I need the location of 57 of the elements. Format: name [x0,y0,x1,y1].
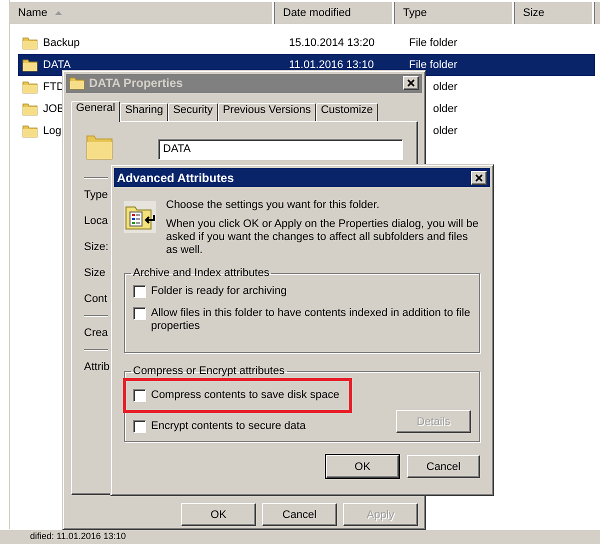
file-name[interactable]: Backup [43,37,80,49]
dialog-button[interactable]: OK [181,503,256,526]
folder-icon [22,123,38,139]
close-icon [474,172,484,182]
checkbox-label[interactable]: Encrypt contents to secure data [151,420,306,433]
tab[interactable]: Customize [316,102,378,121]
file-name[interactable]: Log [43,125,62,137]
folder-icon [22,79,38,95]
property-label: Size: [84,240,108,255]
name-field[interactable]: DATA [158,138,403,160]
type-cell: older [433,103,458,115]
folder-icon [69,75,85,92]
folder-icon [22,57,38,73]
folder-icon [22,101,38,117]
date-cell-text: 15.10.2014 13:20 [288,37,376,49]
type-cell: older [433,125,458,137]
property-label: Size [84,266,106,281]
tab[interactable]: Security [168,102,218,121]
dialog-button[interactable]: Cancel [407,455,480,478]
folder-icon [22,35,38,51]
checkbox-label[interactable]: Allow files in this folder to have contents indexed in addition to file properties [151,307,471,333]
property-label: Attrib [84,360,110,375]
window-title: DATA Properties [89,76,184,90]
checkbox-label[interactable]: Compress contents to save disk space [151,389,340,402]
intro-text: Choose the settings you want for this folder. [166,199,380,212]
checkbox[interactable] [133,389,146,402]
close-icon [406,78,416,88]
column-header[interactable]: Name [10,2,275,24]
group-title: Compress or Encrypt attributes [132,365,286,377]
type-cell-text: File folder [408,59,458,71]
column-header[interactable]: Size [515,2,595,24]
dialog-button[interactable]: OK [326,455,399,478]
column-header[interactable]: Type [395,2,515,24]
tab[interactable]: Sharing [120,102,168,121]
note-text: When you click OK or Apply on the Properties dialog, you will be asked if you want the changes to affect all subfolders and files as well. [166,218,480,257]
type-cell: older [433,81,458,93]
property-label: Cont [84,292,108,307]
property-label: Type [84,188,108,203]
window-title: Advanced Attributes [117,170,235,184]
property-label: Loca [84,214,108,229]
checkbox-label[interactable]: Folder is ready for archiving [151,285,287,298]
checkbox[interactable] [133,285,146,298]
type-cell-text: File folder [408,37,458,49]
date-cell-text: 11.01.2016 13:10 [288,59,375,71]
tab[interactable]: General [71,100,120,122]
checkbox[interactable] [133,307,146,320]
dialog-button[interactable]: Cancel [262,503,337,526]
tab[interactable]: Previous Versions [218,102,316,121]
group-title: Archive and Index attributes [132,267,270,279]
file-name[interactable]: DATA [43,59,71,71]
column-header[interactable]: Date modified [275,2,395,24]
status-bar: dified: 11.01.2016 13:10 [0,529,600,544]
folder-settings-icon [124,201,156,233]
checkbox[interactable] [133,420,146,433]
property-label: Crea [84,326,108,341]
close-button[interactable] [471,170,487,184]
close-button[interactable] [403,76,419,90]
